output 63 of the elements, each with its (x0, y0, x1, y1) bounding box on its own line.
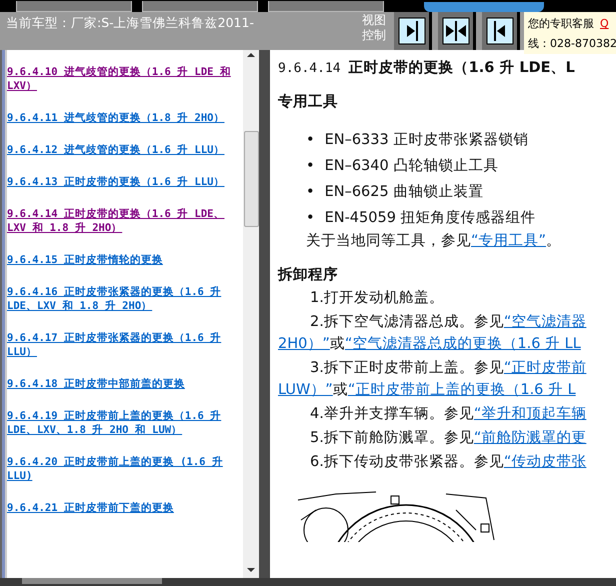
toc-link[interactable]: 9.6.4.12 进气歧管的更换（1.6 升 LLU） (7, 143, 243, 157)
view-control-label: 视图控制 (362, 13, 387, 43)
bullet: • (306, 184, 315, 200)
toc-link[interactable]: 9.6.4.21 正时皮带前下盖的更换 (7, 501, 243, 515)
step-text: 或 (332, 382, 348, 398)
reference-link[interactable]: “前舱防溅罩的更 (474, 430, 586, 446)
tool-item: EN–6333 正时皮带张紧器锁销 (324, 132, 528, 148)
split-view-icon (442, 17, 470, 45)
bullet: • (306, 210, 315, 226)
article-title: 正时皮带的更换（1.6 升 LDE、L (348, 60, 575, 76)
reference-link[interactable]: “专用工具” (471, 233, 546, 249)
view-button[interactable] (394, 12, 432, 50)
toc-link[interactable]: 9.6.4.18 正时皮带中部前盖的更换 (7, 377, 243, 391)
tool-item: EN–6625 曲轴锁止装置 (324, 184, 484, 200)
note-text: 关于当地同等工具，参见 (306, 233, 471, 249)
section-heading: 拆卸程序 (278, 266, 339, 284)
toc-link[interactable]: 9.6.4.14 正时皮带的更换（1.6 升 LDE、LXV 和 1.8 升 2HO） (7, 207, 243, 235)
toc-link[interactable]: 9.6.4.15 正时皮带惰轮的更换 (7, 253, 243, 267)
view-button[interactable] (438, 12, 476, 50)
bullet: • (306, 158, 315, 174)
tool-item: EN-45059 扭矩角度传感器组件 (324, 210, 536, 226)
toc-link[interactable]: 9.6.4.17 正时皮带张紧器的更换（1.6 升 LLU） (7, 331, 243, 359)
reference-link[interactable]: “正时皮带前 (504, 360, 586, 376)
reference-link[interactable]: “空气滤清器总成的更换（1.6 升 LL (344, 336, 581, 352)
arrow-left-icon (486, 17, 514, 45)
toc-link[interactable]: 9.6.4.10 进气歧管的更换（1.6 升 LDE 和 LXV） (7, 65, 243, 93)
toolbar-button[interactable] (268, 1, 384, 12)
service-label: 您的专职客服 (528, 17, 594, 30)
step-text: 3.拆下正时皮带前上盖。参见 (310, 360, 504, 376)
section-number: 9.6.4.14 (278, 61, 341, 76)
reference-link[interactable]: “正时皮带前上盖的更换（1.6 升 L (348, 382, 576, 398)
scrollbar-thumb[interactable] (244, 131, 259, 227)
step-text: 4.举升并支撑车辆。参见 (310, 406, 474, 422)
scroll-down-arrow-icon[interactable] (247, 568, 255, 572)
reference-link[interactable]: 2H0）” (278, 336, 330, 352)
step-text: 1.打开发动机舱盖。 (310, 290, 444, 306)
scrollbar[interactable] (243, 50, 259, 578)
reference-link[interactable]: “传动皮带张 (504, 454, 586, 470)
arrow-right-icon (398, 17, 426, 45)
view-button[interactable] (482, 12, 520, 50)
toolbar-button[interactable] (16, 1, 132, 12)
scroll-up-arrow-icon[interactable] (247, 53, 255, 57)
toc-link[interactable]: 9.6.4.13 正时皮带的更换（1.6 升 LLU） (7, 175, 243, 189)
toc-link[interactable]: 9.6.4.11 进气歧管的更换（1.8 升 2HO） (7, 111, 243, 125)
step-text: 2.拆下空气滤清器总成。参见 (310, 314, 504, 330)
qq-link[interactable]: Q (600, 17, 609, 30)
toc-link[interactable]: 9.6.4.19 正时皮带前上盖的更换（1.6 升 LDE、LXV、1.8 升 2HO 和 LUW） (7, 409, 243, 437)
car-model-label: 当前车型：厂家:S-上海雪佛兰科鲁兹2011- (6, 15, 255, 32)
reference-link[interactable]: LUW）” (278, 382, 333, 398)
step-text: 6.拆下传动皮带张紧器。参见 (310, 454, 504, 470)
note-text: 。 (546, 233, 562, 249)
step-text: 或 (330, 336, 345, 352)
bullet: • (306, 132, 315, 148)
toc-link[interactable]: 9.6.4.20 正时皮带前上盖的更换 (1.6 升 LLU) (7, 455, 243, 483)
horizontal-scrollbar[interactable] (22, 578, 162, 584)
step-text: 5.拆下前舱防溅罩。参见 (310, 430, 474, 446)
toc-link[interactable]: 9.6.4.16 正时皮带张紧器的更换（1.6 升 LDE、LXV 和 1.8 升 2HO） (7, 285, 243, 313)
section-heading: 专用工具 (278, 92, 339, 111)
reference-link[interactable]: “空气滤清器 (504, 314, 586, 330)
reference-link[interactable]: “举升和顶起车辆 (474, 406, 586, 422)
toolbar-button[interactable] (142, 1, 258, 12)
phone-number: 线：028-870382 (528, 36, 616, 51)
tool-item: EN–6340 凸轮轴锁止工具 (324, 158, 498, 174)
